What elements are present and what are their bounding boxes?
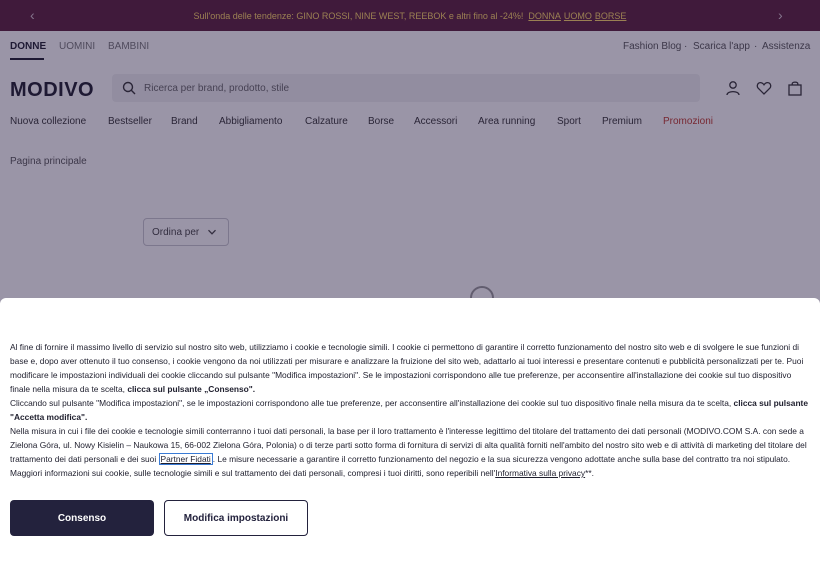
consent-button[interactable]: Consenso [10, 500, 154, 536]
privacy-policy-link[interactable]: Informativa sulla privacy [495, 468, 585, 478]
cookie-paragraph-3: Nella misura in cui i file dei cookie e … [10, 426, 807, 478]
modify-settings-button[interactable]: Modifica impostazioni [164, 500, 308, 536]
partner-fidati-link[interactable]: Partner Fidati [158, 453, 213, 465]
cookie-paragraph-1: Al fine di fornire il massimo livello di… [10, 342, 804, 394]
cookie-consent-panel: Al fine di fornire il massimo livello di… [0, 298, 820, 577]
cookie-paragraph-2: Cliccando sul pulsante "Modifica imposta… [10, 398, 809, 422]
cookie-consent-text: Al fine di fornire il massimo livello di… [10, 340, 810, 480]
